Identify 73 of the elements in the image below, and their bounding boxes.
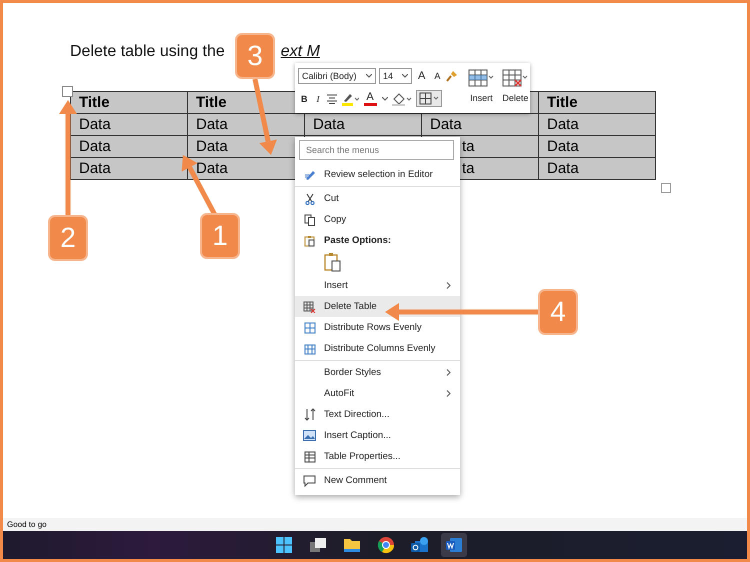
chevron-icon	[445, 282, 452, 289]
scissors-icon	[304, 192, 316, 204]
search-field[interactable]: Search the menus	[299, 140, 454, 160]
heading-text: Delete table using the	[70, 43, 225, 61]
clipboard-icon	[304, 234, 316, 246]
step-callout: 3	[235, 33, 275, 79]
caret-icon	[402, 74, 408, 78]
status-text: Good to go	[7, 520, 47, 529]
menu-item[interactable]: Distribute Columns Evenly	[295, 338, 460, 359]
start-icon[interactable]	[275, 536, 293, 554]
table-delete-icon	[303, 300, 316, 312]
table-cell: Data	[539, 136, 656, 158]
align-center-icon[interactable]	[326, 94, 338, 104]
mail-icon[interactable]	[410, 536, 430, 554]
menu-item[interactable]: New Comment	[295, 470, 460, 491]
text-direction-icon	[304, 408, 316, 421]
table-cell: Data	[71, 114, 188, 136]
clipboard-icon[interactable]	[324, 252, 342, 272]
table-cell: Data	[305, 114, 422, 136]
folder-icon[interactable]	[343, 536, 361, 554]
table-cell: Data	[422, 114, 539, 136]
shrink-font-button[interactable]: A	[431, 67, 444, 84]
menu-item[interactable]: Paste Options:	[295, 230, 460, 251]
table-icon	[304, 450, 316, 462]
copy-icon	[304, 214, 316, 226]
caret-icon	[366, 74, 372, 78]
table-cell: Data	[188, 114, 305, 136]
menu-item[interactable]: Copy	[295, 209, 460, 230]
step-callout: 4	[538, 289, 578, 335]
menu-item[interactable]: AutoFit	[295, 383, 460, 404]
borders-icon[interactable]	[416, 90, 442, 107]
menu-item[interactable]: Distribute Rows Evenly	[295, 317, 460, 338]
menu-item[interactable]: Insert	[295, 275, 460, 296]
menu-item[interactable]: Table Properties...	[295, 446, 460, 467]
font-size-dropdown[interactable]: 14	[379, 68, 412, 84]
word-icon[interactable]	[445, 536, 463, 554]
insert-table-icon	[468, 68, 494, 88]
picture-icon	[303, 430, 316, 441]
pen-icon	[304, 168, 316, 180]
caret-icon	[382, 96, 388, 100]
task-view-icon[interactable]	[309, 536, 327, 554]
heading-text: ext M	[280, 43, 320, 61]
comment-icon	[303, 474, 316, 486]
table-cell: Data	[539, 158, 656, 180]
italic-button[interactable]: I	[314, 90, 322, 107]
table-cell: Data	[71, 158, 188, 180]
highlighter-icon[interactable]	[340, 92, 358, 106]
table-resize-handle[interactable]	[661, 183, 671, 193]
menu-item[interactable]: Cut	[295, 188, 460, 209]
chevron-icon	[445, 369, 452, 376]
step-callout: 2	[48, 215, 88, 261]
menu-item[interactable]: Insert Caption...	[295, 425, 460, 446]
delete-table-icon	[502, 68, 528, 88]
distribute-columns-icon	[304, 342, 316, 354]
menu-item[interactable]: Border Styles	[295, 362, 460, 383]
grow-font-button[interactable]: A	[415, 67, 428, 84]
font-color-button[interactable]: A	[362, 92, 378, 106]
delete-button[interactable]: Delete	[500, 66, 530, 110]
paintbrush-icon[interactable]	[446, 70, 458, 82]
menu-item[interactable]: Text Direction...	[295, 404, 460, 425]
step-callout: 1	[200, 213, 240, 259]
bold-button[interactable]: B	[298, 90, 310, 107]
insert-button[interactable]: Insert	[466, 66, 496, 110]
font-name-dropdown[interactable]: Calibri (Body)	[298, 68, 376, 84]
table-cell: Title	[71, 92, 188, 114]
browser-icon[interactable]	[377, 536, 395, 554]
table-cell: Data	[71, 136, 188, 158]
table-move-handle[interactable]	[62, 86, 73, 97]
table-cell: Data	[539, 114, 656, 136]
shading-icon[interactable]	[390, 92, 412, 106]
chevron-icon	[445, 390, 452, 397]
distribute-rows-icon	[304, 322, 316, 334]
table-cell: Title	[539, 92, 656, 114]
